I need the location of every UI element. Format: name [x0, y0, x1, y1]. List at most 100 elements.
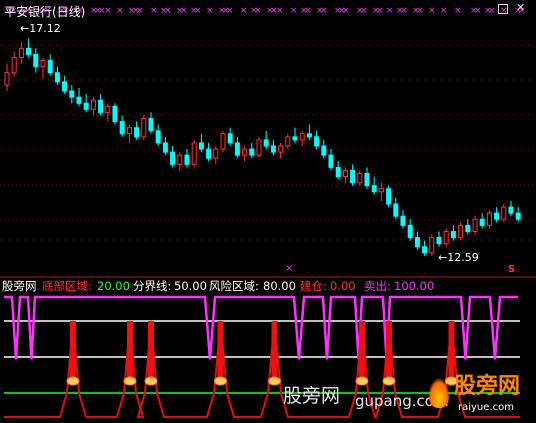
candle-body — [119, 121, 125, 135]
build-signal-bar — [70, 321, 76, 381]
candle-body — [76, 96, 82, 104]
build-signal-bar — [127, 321, 133, 381]
candle-body — [69, 90, 75, 98]
candle-body — [299, 133, 305, 141]
chart-canvas: ×× ×× ××× ×× ×× ×××× × ××× × ×× ×× ×× × ××× × ×× ××× × ×× ×… — [0, 6, 536, 418]
candle-body — [177, 154, 183, 165]
candle-body — [270, 145, 276, 153]
cross-marker-icon: × — [276, 6, 284, 16]
candle-body — [62, 81, 68, 92]
candle-body — [357, 172, 363, 184]
cross-marker-icon: × — [474, 6, 482, 16]
cross-marker-icon: × — [116, 6, 124, 16]
logo-subtext: raiyue.com — [458, 402, 514, 413]
cross-marker-icon: × — [136, 6, 144, 16]
build-signal-bar — [359, 321, 365, 381]
brand-logo: 股旁网 raiyue.com — [428, 374, 532, 420]
build-signal-bar — [386, 321, 392, 381]
candle-body — [378, 188, 384, 193]
chart-title: 平安银行(日线) — [4, 5, 86, 19]
candle-body — [47, 60, 53, 74]
candlestick-series — [4, 38, 521, 256]
cross-marker-icon: × — [164, 6, 172, 16]
candle-body — [90, 99, 96, 110]
indicator-name: 股旁网 — [2, 279, 37, 293]
cross-marker-icon: × — [428, 6, 436, 16]
cross-marker-icon: × — [290, 6, 298, 16]
candle-body — [479, 218, 485, 226]
candle-body — [314, 136, 320, 147]
candle-body — [414, 237, 420, 248]
candle-body — [198, 142, 204, 150]
candle-body — [220, 133, 226, 150]
candle-body — [292, 136, 298, 141]
legend-sell-label: 卖出: — [364, 279, 391, 293]
low-price-label: ←12.59 — [438, 251, 479, 264]
candle-body — [306, 133, 312, 138]
arrow-left-icon: ← — [20, 22, 30, 35]
legend-sell-value: 100.00 — [394, 279, 435, 293]
candle-body — [170, 151, 176, 165]
candle-body — [494, 212, 500, 220]
watermark-brand: 股旁网 — [283, 385, 341, 407]
candle-body — [141, 118, 147, 138]
cross-marker-icon: × — [226, 6, 234, 16]
candle-body — [285, 136, 291, 147]
candle-body — [342, 169, 348, 178]
cross-marker-icon: × — [360, 6, 368, 16]
build-signal-bar — [448, 321, 455, 381]
close-icon[interactable]: ✕ — [516, 2, 525, 14]
candle-body — [263, 139, 269, 147]
candle-body — [105, 105, 111, 113]
candle-body — [400, 215, 406, 226]
candle-body — [148, 118, 154, 132]
candle-body — [227, 133, 233, 144]
cross-marker-icon: × — [386, 6, 394, 16]
flame-icon — [428, 378, 450, 408]
cross-marker-icon: × — [416, 6, 424, 16]
build-signal-icon — [144, 376, 158, 386]
candle-body — [206, 148, 212, 159]
build-signal-bar — [148, 321, 154, 381]
cross-marker-icon: × — [150, 6, 158, 16]
cross-marker-icon: × — [180, 6, 188, 16]
cross-marker-icon: × — [240, 6, 248, 16]
candle-body — [249, 148, 255, 156]
legend-bottom-value: 20.00 — [97, 279, 130, 293]
legend-bottom-label: 底部区域: — [42, 279, 92, 293]
candle-body — [393, 203, 399, 217]
build-signal-icon — [268, 376, 281, 386]
candle-body — [242, 148, 248, 156]
cross-marker-icon: × — [454, 6, 462, 16]
cross-marker-icon: × — [342, 6, 350, 16]
candle-body — [278, 145, 284, 153]
cross-marker-icon: × — [104, 6, 112, 16]
candle-body — [472, 218, 478, 232]
build-signal-icon — [355, 376, 369, 386]
candle-body — [515, 212, 521, 220]
candle-body — [18, 47, 24, 58]
candle-body — [458, 224, 464, 239]
build-signal-icon — [66, 376, 80, 386]
cross-marker-icon: × — [400, 6, 408, 16]
candle-body — [184, 154, 190, 165]
candle-body — [11, 56, 17, 74]
cross-marker-icon: × — [304, 6, 312, 16]
candle-body — [508, 206, 514, 214]
cross-marker-icon: × — [440, 6, 448, 16]
candle-body — [465, 224, 471, 232]
legend-risk-label: 风险区域: — [209, 279, 259, 293]
build-signal-bar — [271, 321, 278, 381]
candle-body — [112, 105, 118, 123]
build-signal-bar — [217, 321, 224, 381]
restore-icon[interactable] — [498, 4, 508, 14]
candle-body — [443, 230, 449, 245]
candle-body — [134, 127, 140, 138]
candle-body — [26, 47, 32, 55]
candle-body — [191, 142, 197, 165]
candle-body — [54, 72, 60, 83]
legend-build-label: 建仓: — [300, 279, 327, 293]
legend-risk-value: 80.00 — [263, 279, 296, 293]
cross-marker-icon: × — [194, 6, 202, 16]
candle-body — [83, 102, 89, 110]
